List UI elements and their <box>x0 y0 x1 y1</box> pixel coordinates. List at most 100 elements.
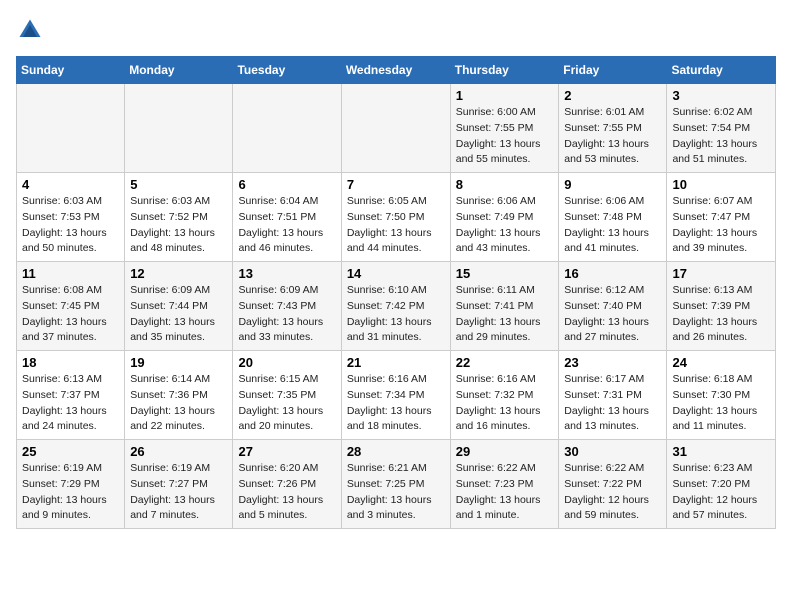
day-info: Sunrise: 6:19 AMSunset: 7:29 PMDaylight:… <box>22 461 119 524</box>
day-info: Sunrise: 6:16 AMSunset: 7:32 PMDaylight:… <box>456 372 554 435</box>
calendar-cell: 4 Sunrise: 6:03 AMSunset: 7:53 PMDaylight… <box>17 173 125 262</box>
calendar-cell: 15 Sunrise: 6:11 AMSunset: 7:41 PMDayligh… <box>450 262 559 351</box>
day-number: 16 <box>564 266 661 281</box>
calendar-cell: 31 Sunrise: 6:23 AMSunset: 7:20 PMDayligh… <box>667 440 776 529</box>
day-number: 29 <box>456 444 554 459</box>
day-info: Sunrise: 6:16 AMSunset: 7:34 PMDaylight:… <box>347 372 445 435</box>
calendar-cell: 9 Sunrise: 6:06 AMSunset: 7:48 PMDaylight… <box>559 173 667 262</box>
day-info: Sunrise: 6:06 AMSunset: 7:48 PMDaylight:… <box>564 194 661 257</box>
calendar-cell: 2 Sunrise: 6:01 AMSunset: 7:55 PMDaylight… <box>559 84 667 173</box>
day-number: 27 <box>238 444 335 459</box>
calendar-cell: 21 Sunrise: 6:16 AMSunset: 7:34 PMDayligh… <box>341 351 450 440</box>
day-number: 4 <box>22 177 119 192</box>
calendar-cell: 18 Sunrise: 6:13 AMSunset: 7:37 PMDayligh… <box>17 351 125 440</box>
calendar-cell: 14 Sunrise: 6:10 AMSunset: 7:42 PMDayligh… <box>341 262 450 351</box>
day-info: Sunrise: 6:20 AMSunset: 7:26 PMDaylight:… <box>238 461 335 524</box>
day-info: Sunrise: 6:14 AMSunset: 7:36 PMDaylight:… <box>130 372 227 435</box>
day-info: Sunrise: 6:11 AMSunset: 7:41 PMDaylight:… <box>456 283 554 346</box>
col-header-saturday: Saturday <box>667 57 776 84</box>
calendar-cell <box>341 84 450 173</box>
day-info: Sunrise: 6:03 AMSunset: 7:53 PMDaylight:… <box>22 194 119 257</box>
day-number: 23 <box>564 355 661 370</box>
day-number: 15 <box>456 266 554 281</box>
day-info: Sunrise: 6:12 AMSunset: 7:40 PMDaylight:… <box>564 283 661 346</box>
day-number: 2 <box>564 88 661 103</box>
calendar-cell: 11Sunrise: 6:08 AMSunset: 7:45 PMDayligh… <box>17 262 125 351</box>
calendar-cell: 10 Sunrise: 6:07 AMSunset: 7:47 PMDayligh… <box>667 173 776 262</box>
day-number: 30 <box>564 444 661 459</box>
day-number: 10 <box>672 177 770 192</box>
calendar-cell: 1 Sunrise: 6:00 AMSunset: 7:55 PMDaylight… <box>450 84 559 173</box>
calendar-cell: 30Sunrise: 6:22 AMSunset: 7:22 PMDayligh… <box>559 440 667 529</box>
day-info: Sunrise: 6:15 AMSunset: 7:35 PMDaylight:… <box>238 372 335 435</box>
col-header-wednesday: Wednesday <box>341 57 450 84</box>
day-number: 24 <box>672 355 770 370</box>
calendar-cell: 20 Sunrise: 6:15 AMSunset: 7:35 PMDayligh… <box>233 351 341 440</box>
day-number: 21 <box>347 355 445 370</box>
day-number: 31 <box>672 444 770 459</box>
calendar-cell: 19 Sunrise: 6:14 AMSunset: 7:36 PMDayligh… <box>125 351 233 440</box>
calendar-cell: 24 Sunrise: 6:18 AMSunset: 7:30 PMDayligh… <box>667 351 776 440</box>
col-header-thursday: Thursday <box>450 57 559 84</box>
day-info: Sunrise: 6:09 AMSunset: 7:43 PMDaylight:… <box>238 283 335 346</box>
calendar-cell: 12Sunrise: 6:09 AMSunset: 7:44 PMDayligh… <box>125 262 233 351</box>
calendar-cell: 3 Sunrise: 6:02 AMSunset: 7:54 PMDaylight… <box>667 84 776 173</box>
calendar-cell: 16 Sunrise: 6:12 AMSunset: 7:40 PMDayligh… <box>559 262 667 351</box>
day-number: 26 <box>130 444 227 459</box>
day-number: 19 <box>130 355 227 370</box>
day-number: 9 <box>564 177 661 192</box>
day-number: 7 <box>347 177 445 192</box>
day-info: Sunrise: 6:19 AMSunset: 7:27 PMDaylight:… <box>130 461 227 524</box>
day-number: 22 <box>456 355 554 370</box>
calendar-cell: 7 Sunrise: 6:05 AMSunset: 7:50 PMDaylight… <box>341 173 450 262</box>
day-info: Sunrise: 6:01 AMSunset: 7:55 PMDaylight:… <box>564 105 661 168</box>
day-info: Sunrise: 6:21 AMSunset: 7:25 PMDaylight:… <box>347 461 445 524</box>
calendar-table: SundayMondayTuesdayWednesdayThursdayFrid… <box>16 56 776 529</box>
calendar-cell: 17 Sunrise: 6:13 AMSunset: 7:39 PMDayligh… <box>667 262 776 351</box>
day-info: Sunrise: 6:18 AMSunset: 7:30 PMDaylight:… <box>672 372 770 435</box>
calendar-cell: 23 Sunrise: 6:17 AMSunset: 7:31 PMDayligh… <box>559 351 667 440</box>
day-info: Sunrise: 6:10 AMSunset: 7:42 PMDaylight:… <box>347 283 445 346</box>
logo-icon <box>16 16 44 44</box>
col-header-tuesday: Tuesday <box>233 57 341 84</box>
day-info: Sunrise: 6:13 AMSunset: 7:37 PMDaylight:… <box>22 372 119 435</box>
calendar-cell <box>125 84 233 173</box>
day-info: Sunrise: 6:07 AMSunset: 7:47 PMDaylight:… <box>672 194 770 257</box>
day-number: 20 <box>238 355 335 370</box>
day-number: 25 <box>22 444 119 459</box>
calendar-cell: 13 Sunrise: 6:09 AMSunset: 7:43 PMDayligh… <box>233 262 341 351</box>
calendar-cell: 29Sunrise: 6:22 AMSunset: 7:23 PMDayligh… <box>450 440 559 529</box>
day-info: Sunrise: 6:04 AMSunset: 7:51 PMDaylight:… <box>238 194 335 257</box>
calendar-cell: 26 Sunrise: 6:19 AMSunset: 7:27 PMDayligh… <box>125 440 233 529</box>
logo <box>16 16 48 44</box>
calendar-cell: 6Sunrise: 6:04 AMSunset: 7:51 PMDaylight… <box>233 173 341 262</box>
col-header-monday: Monday <box>125 57 233 84</box>
day-number: 8 <box>456 177 554 192</box>
day-number: 1 <box>456 88 554 103</box>
calendar-cell: 28 Sunrise: 6:21 AMSunset: 7:25 PMDayligh… <box>341 440 450 529</box>
calendar-cell <box>17 84 125 173</box>
day-number: 17 <box>672 266 770 281</box>
day-number: 3 <box>672 88 770 103</box>
calendar-cell: 25 Sunrise: 6:19 AMSunset: 7:29 PMDayligh… <box>17 440 125 529</box>
day-info: Sunrise: 6:13 AMSunset: 7:39 PMDaylight:… <box>672 283 770 346</box>
day-number: 28 <box>347 444 445 459</box>
day-info: Sunrise: 6:05 AMSunset: 7:50 PMDaylight:… <box>347 194 445 257</box>
day-number: 18 <box>22 355 119 370</box>
calendar-cell: 27 Sunrise: 6:20 AMSunset: 7:26 PMDayligh… <box>233 440 341 529</box>
col-header-friday: Friday <box>559 57 667 84</box>
day-number: 14 <box>347 266 445 281</box>
header <box>16 16 776 44</box>
day-number: 12 <box>130 266 227 281</box>
day-info: Sunrise: 6:02 AMSunset: 7:54 PMDaylight:… <box>672 105 770 168</box>
day-info: Sunrise: 6:23 AMSunset: 7:20 PMDaylight:… <box>672 461 770 524</box>
day-number: 13 <box>238 266 335 281</box>
col-header-sunday: Sunday <box>17 57 125 84</box>
day-info: Sunrise: 6:00 AMSunset: 7:55 PMDaylight:… <box>456 105 554 168</box>
calendar-cell <box>233 84 341 173</box>
day-info: Sunrise: 6:03 AMSunset: 7:52 PMDaylight:… <box>130 194 227 257</box>
day-info: Sunrise: 6:17 AMSunset: 7:31 PMDaylight:… <box>564 372 661 435</box>
day-number: 5 <box>130 177 227 192</box>
calendar-cell: 8 Sunrise: 6:06 AMSunset: 7:49 PMDaylight… <box>450 173 559 262</box>
day-info: Sunrise: 6:06 AMSunset: 7:49 PMDaylight:… <box>456 194 554 257</box>
